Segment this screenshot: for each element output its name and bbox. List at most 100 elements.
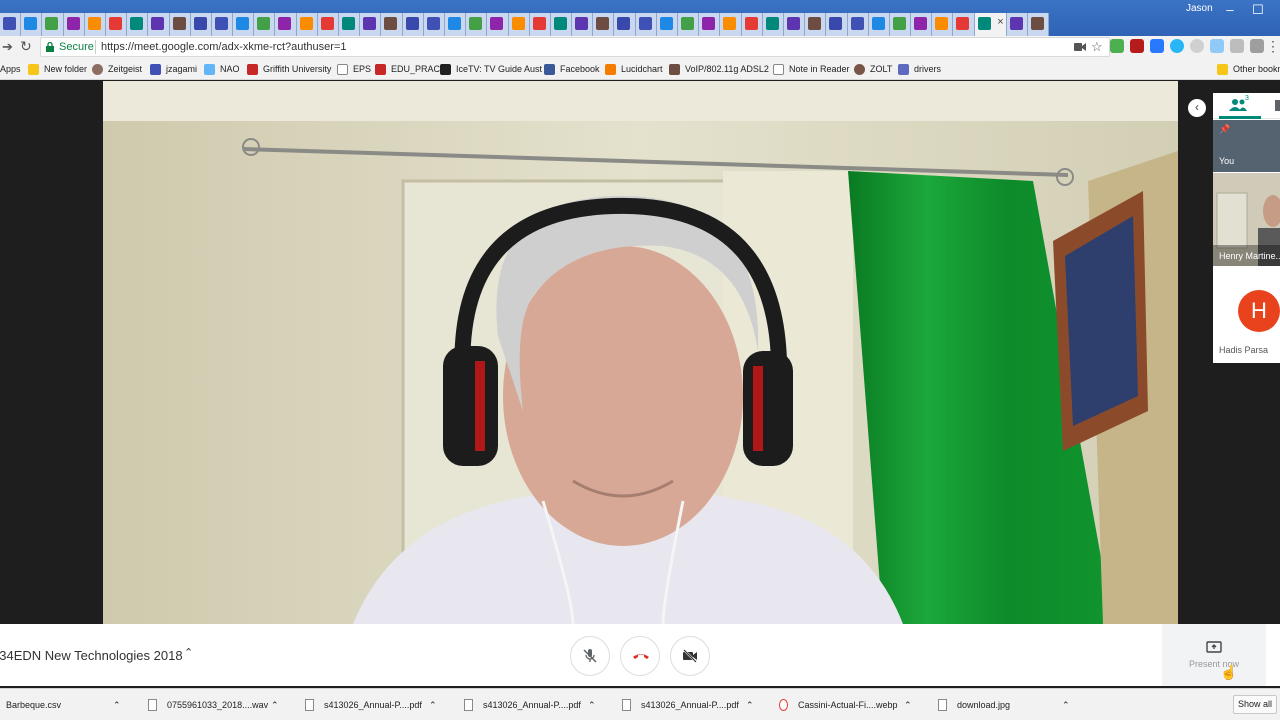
- browser-tab[interactable]: [169, 13, 191, 36]
- hang-up-button[interactable]: [620, 636, 660, 676]
- participant-tile-henry[interactable]: Henry Martine...: [1213, 173, 1280, 266]
- browser-tab[interactable]: [381, 13, 403, 36]
- browser-tab[interactable]: [487, 13, 509, 36]
- chevron-up-icon[interactable]: ⌃: [588, 697, 596, 713]
- browser-tab[interactable]: [21, 13, 43, 36]
- extension-icon[interactable]: [1210, 39, 1224, 53]
- browser-tab[interactable]: [656, 13, 678, 36]
- browser-tab[interactable]: [932, 13, 954, 36]
- address-bar[interactable]: Secure https://meet.google.com/adx-xkme-…: [40, 37, 1110, 57]
- maximize-icon[interactable]: ☐: [1248, 2, 1268, 18]
- bookmark-item[interactable]: Note in Reader: [773, 62, 850, 76]
- browser-tab[interactable]: [296, 13, 318, 36]
- bookmark-other[interactable]: Other bookm: [1217, 62, 1280, 76]
- browser-tab[interactable]: [911, 13, 933, 36]
- chevron-up-icon[interactable]: ⌃: [184, 646, 193, 659]
- browser-tab[interactable]: [339, 13, 361, 36]
- browser-tab[interactable]: [233, 13, 255, 36]
- pdf-extension-icon[interactable]: [1130, 39, 1144, 53]
- download-item[interactable]: Barbeque.csv: [6, 697, 61, 713]
- chevron-up-icon[interactable]: ⌃: [113, 697, 121, 713]
- bookmark-item[interactable]: NAO: [204, 62, 240, 76]
- close-tab-icon[interactable]: ×: [997, 16, 1003, 28]
- browser-tab[interactable]: [148, 13, 170, 36]
- bookmark-item[interactable]: VoIP/802.11g ADSL2: [669, 62, 769, 76]
- camera-toggle-button[interactable]: [670, 636, 710, 676]
- browser-tab[interactable]: [466, 13, 488, 36]
- browser-tab[interactable]: [805, 13, 827, 36]
- browser-tab[interactable]: [550, 13, 573, 36]
- browser-tab[interactable]: [847, 13, 869, 36]
- browser-tab[interactable]: [889, 13, 912, 36]
- profile-name[interactable]: Jason: [1186, 3, 1213, 14]
- browser-tab[interactable]: [444, 13, 467, 36]
- bookmark-item[interactable]: Zeitgeist: [92, 62, 142, 76]
- collapse-panel-button[interactable]: ‹: [1188, 99, 1206, 117]
- extension-icon[interactable]: [1250, 39, 1264, 53]
- meeting-title[interactable]: 134EDN New Technologies 2018: [0, 648, 183, 663]
- browser-tab[interactable]: [42, 13, 64, 36]
- present-now-button[interactable]: Present now ☝: [1162, 624, 1266, 686]
- browser-tab[interactable]: [211, 13, 234, 36]
- bookmark-item[interactable]: ZOLT: [854, 62, 892, 76]
- browser-tab[interactable]: [190, 13, 212, 36]
- chevron-up-icon[interactable]: ⌃: [271, 697, 279, 713]
- chat-icon[interactable]: [1275, 100, 1280, 111]
- browser-tab[interactable]: [63, 13, 85, 36]
- browser-tab[interactable]: [1006, 13, 1028, 36]
- bookmark-item[interactable]: EDU_PRAC: [375, 62, 440, 76]
- browser-tab[interactable]: [783, 13, 806, 36]
- browser-tab[interactable]: [678, 13, 700, 36]
- browser-tab[interactable]: [402, 13, 424, 36]
- bookmark-item[interactable]: Lucidchart: [605, 62, 663, 76]
- mute-microphone-button[interactable]: [570, 636, 610, 676]
- bookmark-item[interactable]: drivers: [898, 62, 941, 76]
- browser-tab[interactable]: [275, 13, 297, 36]
- bookmark-apps[interactable]: Apps: [0, 62, 21, 76]
- browser-tab[interactable]: [254, 13, 276, 36]
- chevron-up-icon[interactable]: ⌃: [1062, 697, 1070, 713]
- extension-icon[interactable]: [1230, 39, 1244, 53]
- download-item[interactable]: s413026_Annual-P....pdf: [305, 697, 422, 713]
- browser-tab[interactable]: [593, 13, 615, 36]
- download-item[interactable]: s413026_Annual-P....pdf: [464, 697, 581, 713]
- extension-icon[interactable]: [1190, 39, 1204, 53]
- download-item[interactable]: download.jpg: [938, 697, 1010, 713]
- tab-active[interactable]: ×: [974, 13, 1007, 36]
- url-text[interactable]: https://meet.google.com/adx-xkme-rct?aut…: [101, 41, 346, 53]
- browser-tab[interactable]: [508, 13, 530, 36]
- browser-tab[interactable]: [762, 13, 784, 36]
- bookmark-item[interactable]: EPS: [337, 62, 371, 76]
- bookmark-item[interactable]: Facebook: [544, 62, 600, 76]
- chevron-up-icon[interactable]: ⌃: [746, 697, 754, 713]
- extension-icon[interactable]: [1110, 39, 1124, 53]
- browser-tab[interactable]: [826, 13, 848, 36]
- extension-icon[interactable]: [1150, 39, 1164, 53]
- bookmark-star-icon[interactable]: ☆: [1091, 39, 1103, 55]
- download-item[interactable]: s413026_Annual-P....pdf: [622, 697, 739, 713]
- browser-tab[interactable]: [84, 13, 106, 36]
- bookmark-item[interactable]: jzagami: [150, 62, 197, 76]
- browser-tab[interactable]: [127, 13, 149, 36]
- minimize-icon[interactable]: –: [1220, 2, 1240, 17]
- download-item[interactable]: Cassini-Actual-Fi....webp: [779, 697, 898, 713]
- camera-in-use-icon[interactable]: [1074, 42, 1086, 52]
- browser-tab[interactable]: [529, 13, 551, 36]
- skype-icon[interactable]: [1170, 39, 1184, 53]
- pin-icon[interactable]: 📌: [1219, 124, 1230, 135]
- browser-tab[interactable]: [635, 13, 657, 36]
- forward-icon[interactable]: ➔: [2, 39, 13, 55]
- browser-tab[interactable]: [360, 13, 382, 36]
- show-all-downloads-button[interactable]: Show all: [1233, 695, 1277, 714]
- browser-tab[interactable]: [953, 13, 975, 36]
- browser-tab[interactable]: [572, 13, 594, 36]
- bookmark-item[interactable]: IceTV: TV Guide Aust: [440, 62, 542, 76]
- browser-tab[interactable]: [614, 13, 636, 36]
- browser-tab[interactable]: [317, 13, 339, 36]
- browser-tab[interactable]: [699, 13, 721, 36]
- menu-icon[interactable]: ⋮: [1266, 38, 1280, 55]
- browser-tab[interactable]: [868, 13, 890, 36]
- participant-tile-you[interactable]: 📌 You: [1213, 120, 1280, 172]
- browser-tab[interactable]: [720, 13, 742, 36]
- participant-tile-hadis[interactable]: H Hadis Parsa: [1213, 267, 1280, 363]
